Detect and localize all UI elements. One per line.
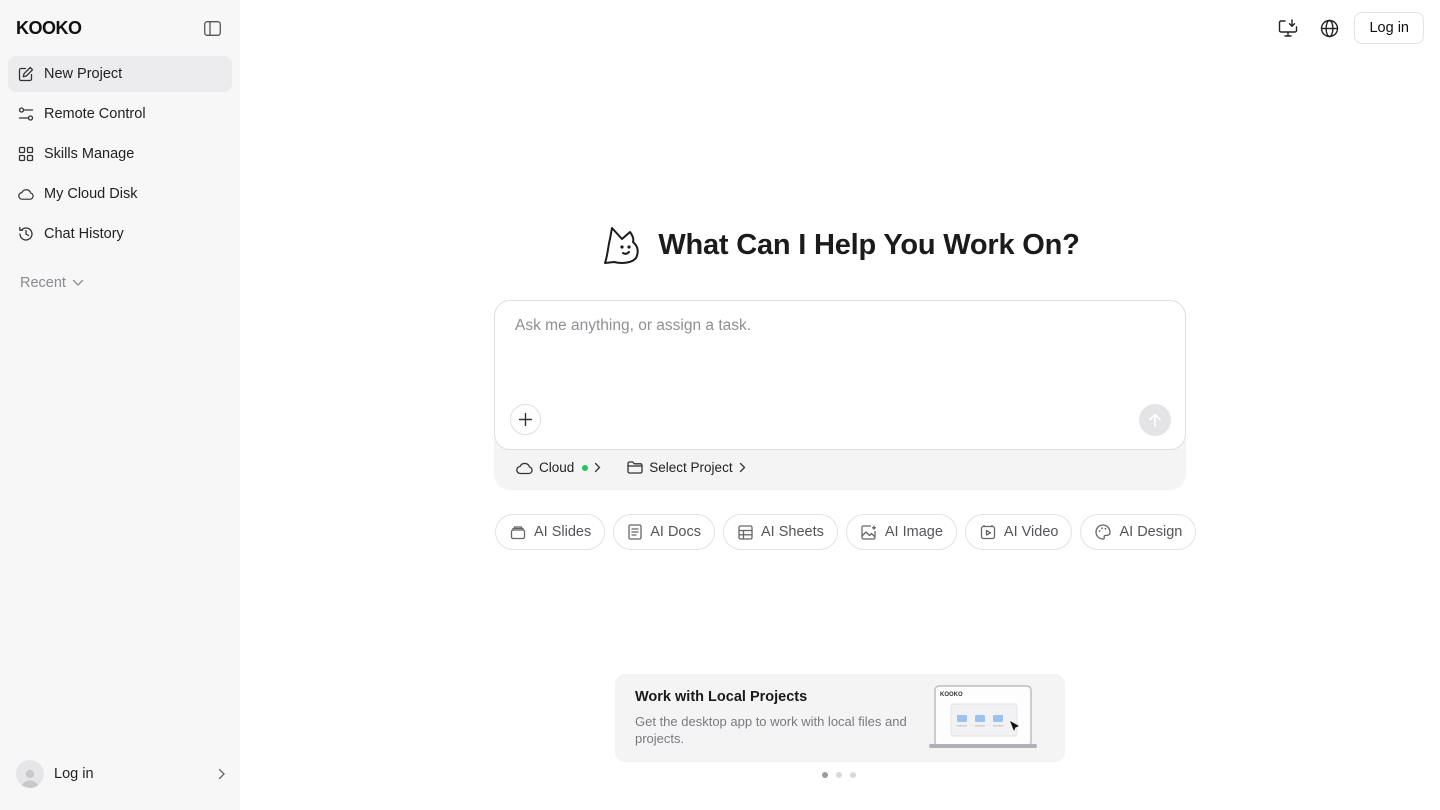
mascot-logo-icon [604, 227, 639, 264]
page-title: What Can I Help You Work On? [658, 228, 1080, 261]
sidebar-toggle-icon [203, 20, 221, 36]
add-attachment-button[interactable] [510, 404, 541, 435]
header-login-button[interactable]: Log in [1354, 12, 1424, 44]
video-icon [980, 524, 996, 540]
chip-label: AI Sheets [761, 524, 824, 540]
select-project-button[interactable]: Select Project [627, 460, 745, 475]
sidebar: KOOKO New Project Remote Control Skills … [0, 0, 240, 810]
hero-heading: What Can I Help You Work On? [494, 224, 1186, 266]
docs-icon [628, 524, 642, 540]
remote-control-icon [18, 106, 34, 122]
desktop-download-icon [1279, 18, 1298, 37]
sheets-icon [738, 524, 753, 540]
desktop-app-illustration: KOOKO [929, 685, 1037, 748]
recent-section-toggle[interactable]: Recent [20, 275, 84, 291]
promo-title: Work with Local Projects [635, 689, 808, 705]
history-icon [18, 226, 34, 242]
illustration-logo-text: KOOKO [940, 692, 963, 698]
status-dot [582, 464, 589, 471]
chip-ai-design[interactable]: AI Design [1080, 514, 1197, 550]
chevron-down-icon [72, 279, 84, 286]
chevron-right-icon [739, 462, 746, 473]
carousel-dot[interactable] [850, 772, 856, 778]
chip-ai-image[interactable]: AI Image [845, 514, 957, 550]
chevron-right-icon [218, 768, 225, 780]
sidebar-item-chat-history[interactable]: Chat History [8, 216, 232, 252]
chip-label: AI Image [884, 524, 943, 540]
arrow-up-icon [1149, 413, 1161, 427]
grid-icon [18, 146, 34, 162]
chip-label: AI Video [1003, 524, 1059, 540]
carousel-dot[interactable] [836, 772, 842, 778]
promo-description: Get the desktop app to work with local f… [635, 714, 907, 746]
palette-icon [1095, 524, 1112, 540]
chip-ai-sheets[interactable]: AI Sheets [723, 514, 838, 550]
sidebar-item-label: New Project [44, 66, 123, 82]
send-button[interactable] [1139, 404, 1171, 436]
avatar [16, 760, 44, 788]
prompt-container: Cloud Select Project [494, 300, 1186, 490]
prompt-footer: Cloud Select Project [516, 460, 746, 475]
folder-icon [627, 461, 643, 474]
chip-ai-video[interactable]: AI Video [964, 514, 1073, 550]
sidebar-item-skills-manage[interactable]: Skills Manage [8, 136, 232, 172]
user-avatar-icon [21, 769, 39, 788]
slides-icon [510, 524, 526, 540]
promo-carousel-dots [822, 772, 864, 778]
edit-icon [18, 66, 34, 82]
sidebar-login-label: Log in [54, 766, 94, 782]
image-icon [861, 524, 877, 540]
environment-selector[interactable]: Cloud [516, 460, 601, 475]
sidebar-nav: New Project Remote Control Skills Manage… [8, 56, 232, 256]
language-button[interactable] [1313, 12, 1345, 44]
chip-ai-docs[interactable]: AI Docs [613, 514, 715, 550]
sidebar-item-label: Chat History [44, 226, 124, 242]
cloud-icon [516, 461, 533, 475]
sidebar-item-my-cloud-disk[interactable]: My Cloud Disk [8, 176, 232, 212]
header-actions: Log in [1272, 12, 1424, 44]
chip-label: AI Design [1119, 524, 1183, 540]
chip-label: AI Slides [534, 524, 592, 540]
environment-label: Cloud [539, 460, 575, 475]
quick-action-chips: AI Slides AI Docs AI Sheets AI Image AI … [495, 514, 1204, 550]
carousel-dot[interactable] [822, 772, 828, 778]
globe-icon [1320, 19, 1339, 37]
select-project-label: Select Project [649, 460, 733, 475]
sidebar-item-new-project[interactable]: New Project [8, 56, 232, 92]
sidebar-item-label: Skills Manage [44, 146, 135, 162]
sidebar-login-button[interactable]: Log in [16, 760, 226, 788]
chevron-right-icon [594, 462, 601, 473]
prompt-box [494, 300, 1186, 450]
cloud-icon [18, 186, 34, 202]
download-desktop-button[interactable] [1272, 12, 1304, 44]
sidebar-item-label: Remote Control [44, 106, 146, 122]
local-projects-promo-card[interactable]: Work with Local Projects Get the desktop… [615, 674, 1065, 762]
sidebar-item-remote-control[interactable]: Remote Control [8, 96, 232, 132]
recent-label: Recent [20, 275, 66, 291]
chip-ai-slides[interactable]: AI Slides [495, 514, 606, 550]
chip-label: AI Docs [650, 524, 701, 540]
app-logo[interactable]: KOOKO [16, 18, 82, 39]
prompt-input[interactable] [515, 317, 1165, 377]
sidebar-toggle-button[interactable] [201, 18, 223, 38]
plus-icon [519, 413, 532, 426]
sidebar-item-label: My Cloud Disk [44, 186, 138, 202]
